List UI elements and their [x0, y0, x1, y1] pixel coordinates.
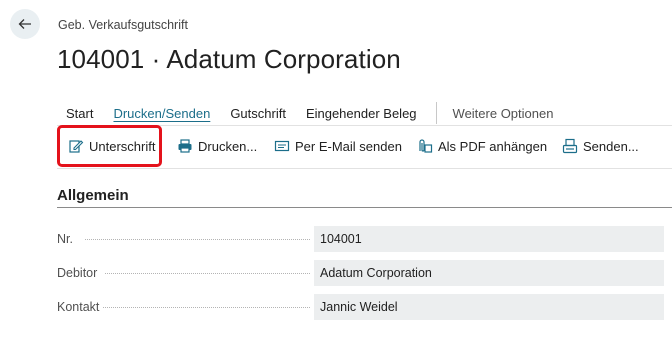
- senden-button[interactable]: Senden...: [562, 138, 639, 154]
- drucken-label: Drucken...: [198, 138, 258, 154]
- tab-gutschrift[interactable]: Gutschrift: [230, 106, 286, 121]
- action-bar: Unterschrift Drucken... Per E-Mail sende…: [57, 125, 672, 170]
- attach-pdf-icon: [419, 139, 433, 153]
- section-divider: [57, 207, 672, 208]
- field-kontakt-label: Kontakt: [57, 300, 100, 314]
- drucken-button[interactable]: Drucken...: [177, 138, 257, 154]
- arrow-left-icon: [18, 19, 31, 29]
- section-title: Allgemein: [57, 187, 129, 204]
- tab-eingehender-beleg[interactable]: Eingehender Beleg: [306, 106, 417, 121]
- pdf-button[interactable]: Als PDF anhängen: [417, 138, 547, 154]
- tab-drucken-senden[interactable]: Drucken/Senden: [113, 106, 210, 121]
- breadcrumb: Geb. Verkaufsgutschrift: [58, 18, 188, 32]
- field-nr: Nr. 104001: [57, 226, 664, 252]
- back-button[interactable]: [10, 9, 40, 39]
- field-debitor: Debitor Adatum Corporation: [57, 260, 664, 286]
- unterschrift-button[interactable]: Unterschrift: [68, 138, 155, 154]
- email-icon: [274, 140, 290, 152]
- send-document-icon: [562, 138, 578, 154]
- printer-icon: [178, 139, 192, 153]
- action-bar-divider: [57, 168, 672, 169]
- field-nr-leader: [85, 239, 310, 240]
- email-button[interactable]: Per E-Mail senden: [274, 138, 402, 154]
- page-title: 104001 · Adatum Corporation: [57, 44, 401, 74]
- action-tabs: Start Drucken/Senden Gutschrift Eingehen…: [66, 102, 573, 124]
- field-kontakt-value[interactable]: Jannic Weidel: [314, 294, 664, 320]
- tab-weitere-optionen[interactable]: Weitere Optionen: [453, 106, 554, 121]
- pdf-label: Als PDF anhängen: [438, 138, 548, 154]
- email-label: Per E-Mail senden: [295, 138, 402, 154]
- edit-document-icon: [69, 140, 84, 153]
- field-kontakt: Kontakt Jannic Weidel: [57, 294, 664, 320]
- field-debitor-leader: [105, 273, 310, 274]
- tab-start[interactable]: Start: [66, 106, 93, 121]
- field-nr-label: Nr.: [57, 232, 73, 246]
- unterschrift-label: Unterschrift: [89, 138, 156, 154]
- field-debitor-value[interactable]: Adatum Corporation: [314, 260, 664, 286]
- senden-label: Senden...: [583, 138, 639, 154]
- tab-divider: [435, 102, 437, 124]
- field-nr-value[interactable]: 104001: [314, 226, 664, 252]
- field-debitor-label: Debitor: [57, 266, 98, 280]
- field-kontakt-leader: [103, 307, 310, 308]
